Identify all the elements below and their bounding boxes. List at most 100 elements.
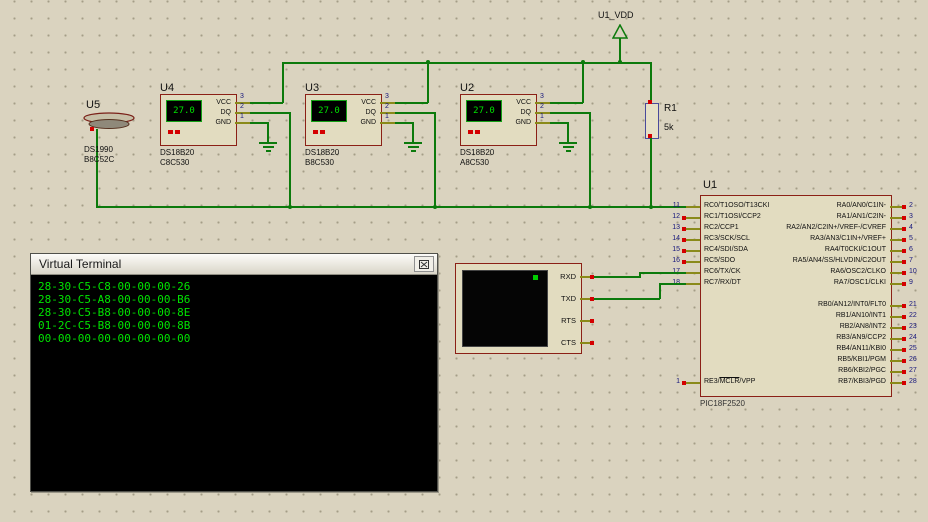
temp-down-button[interactable] (475, 130, 480, 134)
unconnected-pin-marker (682, 238, 686, 242)
power-net-label: U1_VDD (598, 10, 634, 20)
pin-number: 5 (909, 235, 913, 242)
component-part-label: PIC18F2520 (700, 399, 745, 408)
mcu-pin-label: RA0/AN0/C1IN- (836, 202, 886, 209)
schematic-canvas[interactable]: U1_VDD U5 DS1990 B8C52C U4 27.0 VCC DQ G… (0, 0, 928, 522)
pin[interactable] (686, 239, 700, 241)
wire[interactable] (594, 276, 640, 278)
pin[interactable] (380, 122, 395, 124)
pin-number: 1 (385, 113, 389, 120)
pin-label: RTS (561, 316, 576, 325)
temperature-display: 27.0 (166, 100, 202, 122)
unconnected-pin-marker (902, 337, 906, 341)
pin[interactable] (686, 217, 700, 219)
component-ref: R1 (664, 103, 677, 114)
temp-down-button[interactable] (320, 130, 325, 134)
pin-label: RXD (560, 272, 576, 281)
virtual-terminal-window[interactable]: Virtual Terminal 28-30-C5-C8-00-00-00-26… (30, 253, 438, 492)
window-title: Virtual Terminal (39, 257, 122, 271)
pin-number: 1 (240, 113, 244, 120)
wire[interactable] (582, 62, 584, 103)
temp-up-button[interactable] (168, 130, 173, 134)
wire[interactable] (250, 102, 283, 104)
temp-up-button[interactable] (468, 130, 473, 134)
pin-number: 15 (672, 246, 680, 253)
ground-symbol (404, 142, 422, 144)
wire[interactable] (289, 112, 291, 207)
wire[interactable] (427, 62, 429, 103)
temperature-display: 27.0 (311, 100, 347, 122)
pin-number: 27 (909, 367, 917, 374)
unconnected-pin-marker (682, 216, 686, 220)
wire[interactable] (434, 112, 436, 207)
pin[interactable] (235, 122, 250, 124)
mcu-pin-label: RB4/AN11/KBI0 (836, 345, 886, 352)
pin[interactable] (686, 272, 700, 274)
temp-up-button[interactable] (313, 130, 318, 134)
terminal-component-screen (462, 270, 548, 347)
pin-number: 28 (909, 378, 917, 385)
mcu-pin-label: RA1/AN1/C2IN- (836, 213, 886, 220)
wire[interactable] (659, 283, 686, 285)
pin-label: DQ (220, 109, 232, 116)
mcu-pin-label: RA4/T0CKI/C1OUT (824, 246, 886, 253)
wire[interactable] (395, 102, 428, 104)
pin[interactable] (686, 283, 700, 285)
pin-label: VCC (216, 99, 231, 106)
ground-symbol (411, 150, 416, 152)
pin[interactable] (686, 206, 700, 208)
terminal-output[interactable]: 28-30-C5-C8-00-00-00-26 28-30-C5-A8-00-0… (31, 275, 437, 491)
mcu-pin-label: RA7/OSC1/CLKI (833, 279, 886, 286)
power-symbol-icon (612, 24, 628, 39)
wire[interactable] (594, 298, 660, 300)
wire[interactable] (567, 122, 569, 142)
pin[interactable] (686, 382, 700, 384)
ibutton-U5[interactable] (82, 111, 136, 135)
wire[interactable] (659, 283, 661, 299)
wire[interactable] (250, 122, 268, 124)
wire[interactable] (550, 102, 583, 104)
wire[interactable] (282, 62, 284, 103)
pin-label: GND (215, 119, 231, 126)
pin-number: 23 (909, 323, 917, 330)
mcu-pin-label: RC5/SDO (704, 257, 736, 264)
wire[interactable] (395, 122, 413, 124)
wire[interactable] (412, 122, 414, 142)
component-serial-label: B8C52C (84, 155, 115, 164)
wire[interactable] (96, 129, 98, 207)
window-titlebar[interactable]: Virtual Terminal (31, 254, 437, 275)
wire[interactable] (550, 122, 568, 124)
pin[interactable] (686, 228, 700, 230)
component-part-label: DS18B20 (160, 148, 195, 157)
unconnected-pin-marker (682, 381, 686, 385)
pin[interactable] (686, 250, 700, 252)
wire[interactable] (550, 112, 590, 114)
wire[interactable] (250, 112, 290, 114)
unconnected-pin-marker (902, 304, 906, 308)
wire-data-line[interactable] (96, 206, 686, 208)
temp-down-button[interactable] (175, 130, 180, 134)
wire-vdd-rail[interactable] (282, 62, 652, 64)
wire[interactable] (589, 112, 591, 207)
terminal-line: 28-30-C5-A8-00-00-00-B6 (38, 293, 191, 306)
pin-number: 11 (672, 202, 680, 209)
unconnected-pin-marker (90, 127, 94, 131)
wire[interactable] (650, 137, 652, 207)
pin[interactable] (535, 122, 550, 124)
pin-label: VCC (361, 99, 376, 106)
wire[interactable] (619, 38, 621, 62)
pin-number: 16 (672, 257, 680, 264)
pin-number: 10 (909, 268, 917, 275)
wire[interactable] (639, 272, 686, 274)
component-part-label: DS18B20 (305, 148, 340, 157)
component-serial-label: A8C530 (460, 158, 489, 167)
pin[interactable] (686, 261, 700, 263)
window-close-button[interactable] (414, 256, 434, 272)
wire[interactable] (650, 62, 652, 103)
pin-label: GND (515, 119, 531, 126)
pin-number: 6 (909, 246, 913, 253)
wire[interactable] (267, 122, 269, 142)
wire[interactable] (395, 112, 435, 114)
mcu-pin-label: RB2/AN8/INT2 (839, 323, 886, 330)
ground-symbol (263, 146, 274, 148)
